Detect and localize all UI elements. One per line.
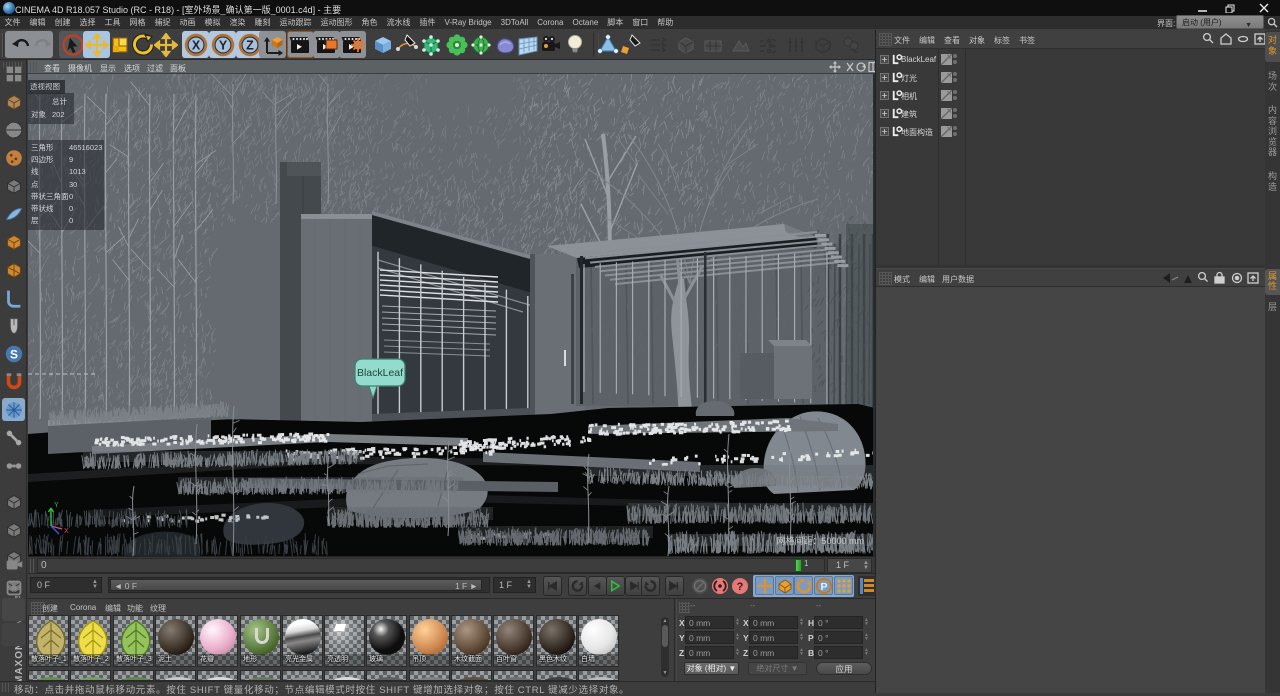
svg-text:Y: Y	[218, 38, 227, 52]
svg-text:?: ?	[737, 581, 744, 593]
svg-text:S: S	[10, 347, 18, 361]
svg-text:X: X	[191, 38, 200, 52]
svg-text:Z: Z	[246, 38, 254, 52]
svg-text:X: X	[64, 528, 69, 535]
svg-text:Y: Y	[54, 502, 59, 509]
svg-text:P: P	[820, 581, 827, 593]
svg-text:网格间距：50000 mm: 网格间距：50000 mm	[776, 535, 864, 546]
svg-text:BlackLeaf: BlackLeaf	[357, 367, 403, 379]
